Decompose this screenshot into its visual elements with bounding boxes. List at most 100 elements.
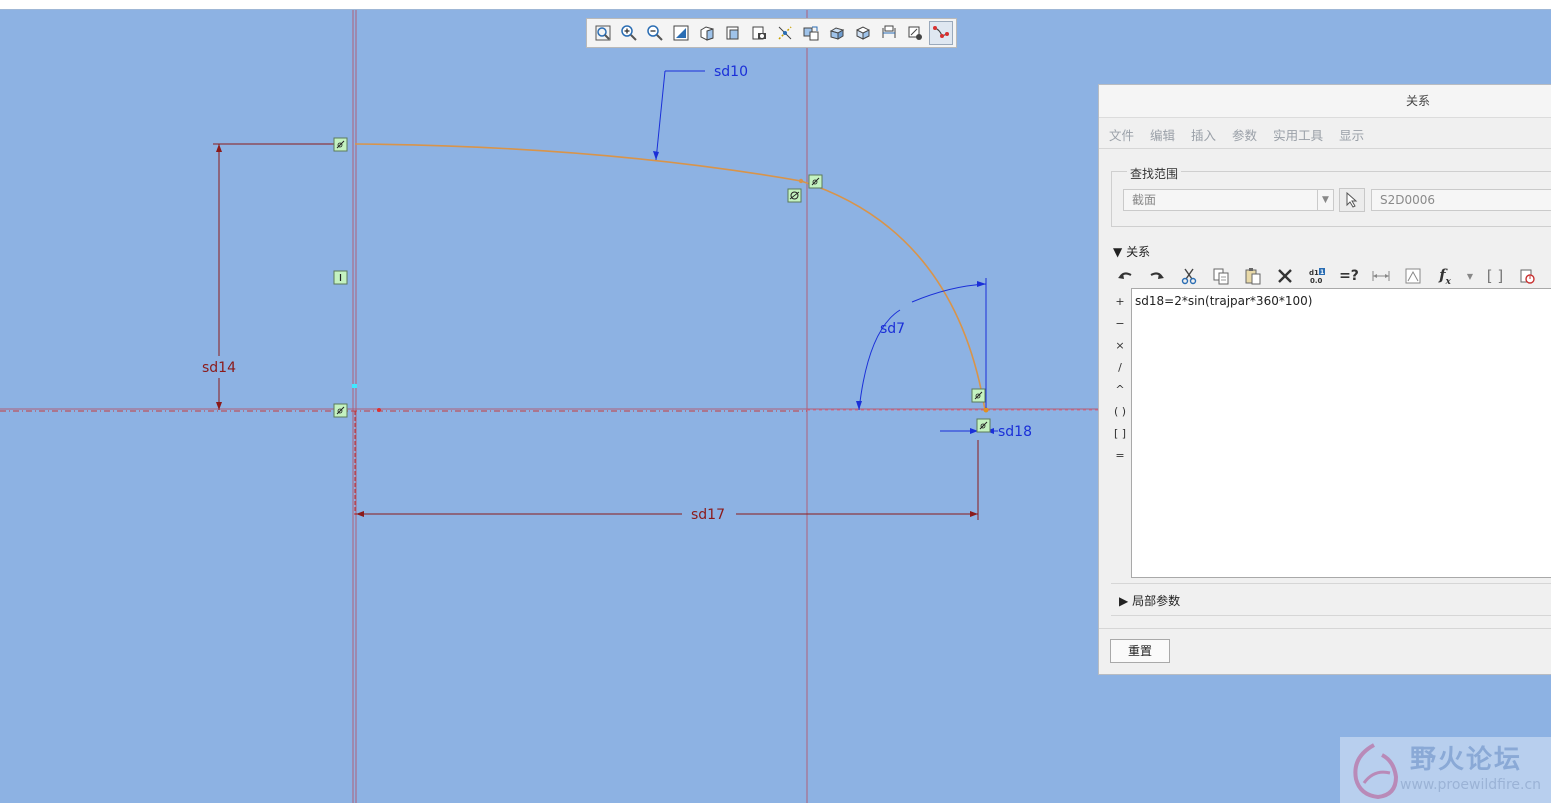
fx-glyph: fx — [1439, 265, 1451, 287]
unit-sensitive-icon[interactable] — [1515, 264, 1539, 288]
zoom-in-icon[interactable] — [617, 21, 641, 45]
sketch-curve[interactable] — [354, 143, 986, 411]
tangent-constraint-icon[interactable] — [808, 174, 823, 189]
relations-editor[interactable]: sd18=2*sin(trajpar*360*100) — [1131, 288, 1551, 578]
dimension-arrowhead — [216, 144, 222, 152]
menu-insert[interactable]: 插入 — [1191, 128, 1216, 143]
brackets-glyph: [ ] — [1486, 267, 1504, 285]
menu-file[interactable]: 文件 — [1109, 128, 1134, 143]
local-params-label: 局部参数 — [1132, 594, 1181, 608]
divider — [1111, 583, 1551, 584]
brackets-icon[interactable]: [ ] — [1483, 264, 1507, 288]
svg-text:d1: d1 — [1309, 269, 1319, 277]
scope-name-field[interactable]: S2D0006 — [1371, 189, 1551, 211]
redo-icon[interactable] — [1145, 264, 1169, 288]
triangle-down-icon: ▼ — [1113, 245, 1123, 259]
dimension-arrowhead — [970, 511, 978, 517]
scope-select-value: 截面 — [1132, 193, 1157, 207]
origin-point — [377, 408, 381, 412]
relations-section-header[interactable]: ▼ 关系 — [1113, 243, 1150, 260]
operator-parentheses[interactable]: ( ) — [1113, 401, 1127, 423]
dimension-arrowhead — [977, 281, 986, 287]
triangle-right-icon: ▶ — [1119, 594, 1129, 608]
relations-section-label: 关系 — [1126, 245, 1151, 259]
datum-display-icon[interactable] — [773, 21, 797, 45]
insert-function-icon[interactable]: fx — [1433, 264, 1457, 288]
watermark-title: 野火论坛 — [1410, 745, 1523, 775]
dimension-sd14[interactable]: sd14 — [202, 360, 236, 376]
verify-relations-icon[interactable]: =? — [1337, 264, 1361, 288]
repaint-icon[interactable] — [669, 21, 693, 45]
dialog-menubar: 文件 编辑 插入 参数 实用工具 显示 — [1109, 125, 1380, 144]
dialog-title: 关系 — [1099, 85, 1551, 118]
menu-parameters[interactable]: 参数 — [1232, 128, 1257, 143]
saved-views-icon[interactable] — [721, 21, 745, 45]
divider — [1099, 628, 1551, 629]
window-top-strip — [0, 0, 1551, 10]
operator-plus[interactable]: + — [1113, 291, 1127, 313]
operator-divide[interactable]: / — [1113, 357, 1127, 379]
search-scope-label: 查找范围 — [1127, 165, 1182, 182]
tangent-constraint-icon[interactable] — [333, 137, 348, 152]
select-pointer-button[interactable] — [1339, 188, 1365, 212]
menu-utilities[interactable]: 实用工具 — [1273, 128, 1323, 143]
undo-icon[interactable] — [1113, 264, 1137, 288]
insert-dimension-icon[interactable] — [1369, 264, 1393, 288]
menu-show[interactable]: 显示 — [1339, 128, 1364, 143]
operator-multiply[interactable]: × — [1113, 335, 1127, 357]
tangent-constraint-icon[interactable] — [971, 388, 986, 403]
operator-column: + − × / ^ ( ) [ ] = — [1113, 291, 1127, 467]
cyan-point-marker — [352, 384, 357, 388]
annotation-display-icon[interactable] — [799, 21, 823, 45]
refit-icon[interactable] — [591, 21, 615, 45]
dimension-sd7[interactable]: sd7 — [880, 321, 905, 337]
curve-endpoint[interactable] — [798, 178, 804, 184]
equals-question-glyph: =? — [1339, 268, 1359, 284]
leader-arrowhead — [653, 151, 659, 160]
divider — [1111, 615, 1551, 616]
function-dropdown-chevron-icon[interactable]: ▼ — [1465, 264, 1475, 288]
paste-icon[interactable] — [1241, 264, 1265, 288]
flame-logo-icon — [1353, 743, 1399, 800]
delete-icon[interactable] — [1273, 264, 1297, 288]
vertex-display-icon[interactable] — [929, 21, 953, 45]
scope-select[interactable]: 截面 ▼ — [1123, 189, 1334, 211]
zoom-out-icon[interactable] — [643, 21, 667, 45]
svg-text:1: 1 — [1320, 269, 1324, 276]
constraint-display-icon[interactable] — [903, 21, 927, 45]
perspective-icon[interactable] — [851, 21, 875, 45]
vertical-constraint-icon[interactable] — [333, 270, 348, 285]
reset-button[interactable]: 重置 — [1110, 639, 1170, 663]
dimension-sd18[interactable]: sd18 — [998, 424, 1032, 440]
tangent-constraint-icon[interactable] — [976, 418, 991, 433]
menu-edit[interactable]: 编辑 — [1150, 128, 1175, 143]
dimension-sd17[interactable]: sd17 — [691, 507, 725, 523]
tangent-constraint-icon[interactable] — [333, 403, 348, 418]
dimension-sd10[interactable]: sd10 — [714, 64, 748, 80]
operator-brackets[interactable]: [ ] — [1113, 423, 1127, 445]
relation-line[interactable]: sd18=2*sin(trajpar*360*100) — [1135, 294, 1312, 308]
operator-minus[interactable]: − — [1113, 313, 1127, 335]
local-params-section-header[interactable]: ▶ 局部参数 — [1119, 592, 1180, 609]
sketch-view-icon[interactable] — [747, 21, 771, 45]
copy-icon[interactable] — [1209, 264, 1233, 288]
cut-icon[interactable] — [1177, 264, 1201, 288]
forum-watermark: 野火论坛 www.proewildfire.cn — [1340, 737, 1551, 803]
evaluate-icon[interactable]: d1 1 0.0 — [1305, 264, 1329, 288]
sort-relations-icon[interactable] — [1401, 264, 1425, 288]
point-on-entity-constraint-icon[interactable] — [787, 188, 802, 203]
cursor-arrow-icon — [1346, 192, 1358, 208]
display-style-icon[interactable] — [695, 21, 719, 45]
dimension-arrowhead — [356, 511, 364, 517]
curve-endpoint[interactable] — [983, 407, 989, 413]
dimension-display-icon[interactable] — [877, 21, 901, 45]
chevron-down-icon[interactable]: ▼ — [1317, 190, 1333, 210]
shading-icon[interactable] — [825, 21, 849, 45]
svg-text:0.0: 0.0 — [1310, 277, 1323, 285]
watermark-url: www.proewildfire.cn — [1400, 777, 1542, 793]
view-toolbar — [586, 18, 957, 48]
operator-power[interactable]: ^ — [1113, 379, 1127, 401]
divider — [1099, 148, 1551, 149]
relations-toolbar: d1 1 0.0 =? fx ▼ [ ] — [1113, 263, 1539, 289]
operator-equals[interactable]: = — [1113, 445, 1127, 467]
